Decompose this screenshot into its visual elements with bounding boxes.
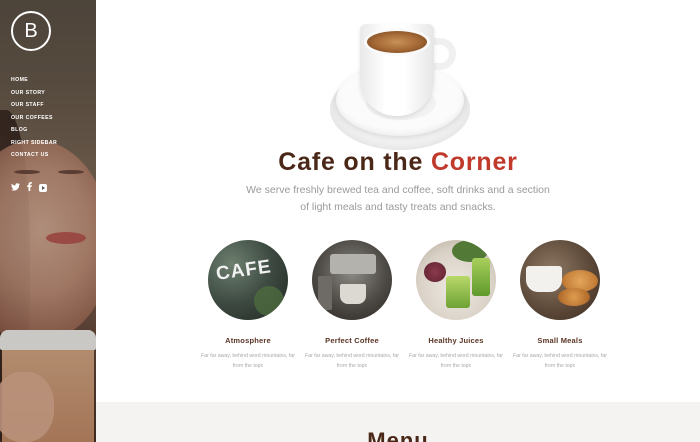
title-part-1: Cafe on the xyxy=(278,148,424,176)
main-nav: HOME OUR STORY OUR STAFF OUR COFFEES BLO… xyxy=(11,74,57,162)
menu-heading: Menu xyxy=(367,428,429,442)
feature-title: Atmosphere xyxy=(225,336,271,345)
feature-title: Small Meals xyxy=(537,336,583,345)
feature-title: Perfect Coffee xyxy=(325,336,379,345)
feature-description: Far far away, behind word mountains, far… xyxy=(305,353,399,369)
hero-subtitle: We serve freshly brewed tea and coffee, … xyxy=(246,184,550,213)
sidebar-overlay xyxy=(0,0,96,442)
nav-our-coffees[interactable]: OUR COFFEES xyxy=(11,112,57,125)
healthy-juices-image[interactable] xyxy=(416,240,496,320)
cafe-sign-text: CAFE xyxy=(214,256,273,285)
social-links xyxy=(11,182,47,193)
feature-small-meals[interactable]: Small Meals Far far away, behind word mo… xyxy=(512,240,608,371)
hero-coffee-cup-image xyxy=(330,12,470,150)
title-part-2: Corner xyxy=(430,148,518,176)
page-title: Cafe on the Corner xyxy=(96,148,700,177)
feature-perfect-coffee[interactable]: Perfect Coffee Far far away, behind word… xyxy=(304,240,400,371)
main-content: Cafe on the Corner We serve freshly brew… xyxy=(96,0,700,442)
feature-title: Healthy Juices xyxy=(428,336,484,345)
nav-our-story[interactable]: OUR STORY xyxy=(11,87,57,100)
sidebar: B HOME OUR STORY OUR STAFF OUR COFFEES B… xyxy=(0,0,96,442)
atmosphere-image[interactable]: CAFE xyxy=(208,240,288,320)
site-logo[interactable]: B xyxy=(11,11,51,51)
twitter-icon[interactable] xyxy=(11,182,20,193)
youtube-icon[interactable] xyxy=(39,183,47,192)
nav-home[interactable]: HOME xyxy=(11,74,57,87)
nav-blog[interactable]: BLOG xyxy=(11,124,57,137)
feature-description: Far far away, behind word mountains, far… xyxy=(513,353,607,369)
logo-letter: B xyxy=(24,19,38,42)
nav-contact-us[interactable]: CONTACT US xyxy=(11,149,57,162)
feature-description: Far far away, behind word mountains, far… xyxy=(201,353,295,369)
nav-right-sidebar[interactable]: RIGHT SIDEBAR xyxy=(11,137,57,150)
small-meals-image[interactable] xyxy=(520,240,600,320)
feature-healthy-juices[interactable]: Healthy Juices Far far away, behind word… xyxy=(408,240,504,371)
feature-description: Far far away, behind word mountains, far… xyxy=(409,353,503,369)
perfect-coffee-image[interactable] xyxy=(312,240,392,320)
facebook-icon[interactable] xyxy=(27,182,32,193)
feature-atmosphere[interactable]: CAFE Atmosphere Far far away, behind wor… xyxy=(200,240,296,371)
nav-our-staff[interactable]: OUR STAFF xyxy=(11,99,57,112)
